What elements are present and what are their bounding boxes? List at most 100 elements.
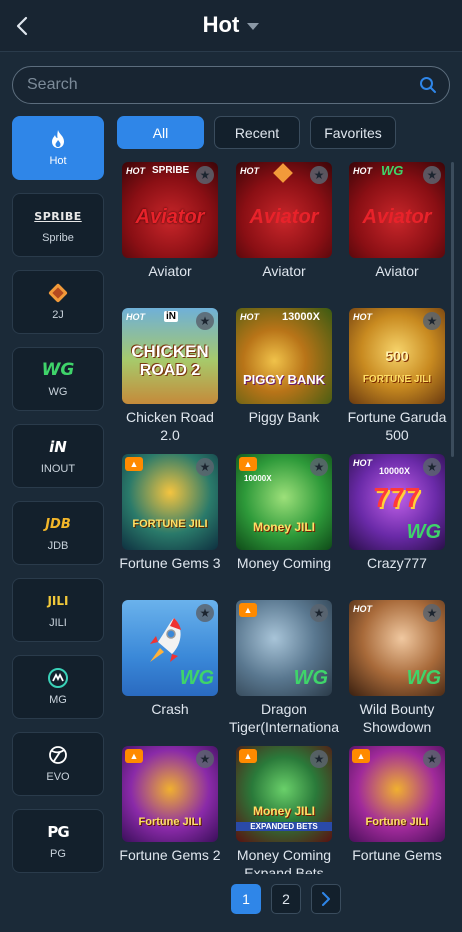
flame-icon <box>50 129 66 149</box>
favorite-star-icon[interactable]: ★ <box>310 458 328 476</box>
game-card[interactable]: HOT ★ 500 FORTUNE JILI Fortune Garuda 50… <box>348 308 447 444</box>
game-art-text: Money JILI <box>252 804 315 818</box>
game-grid: HOT SPRIBE ★ Aviator Aviator HOT ★ Aviat… <box>120 162 450 874</box>
game-card[interactable]: ★ WG Crash <box>122 600 220 718</box>
game-thumbnail[interactable]: ★ WG <box>122 600 218 696</box>
favorite-star-icon[interactable]: ★ <box>196 166 214 184</box>
tab-favorites[interactable]: Favorites <box>310 116 396 149</box>
game-card[interactable]: ▲ ★ Money JILI EXPANDED BETS Money Comin… <box>236 746 334 874</box>
game-card[interactable]: ▲ ★ WG Dragon Tiger(International) <box>229 600 339 736</box>
game-card[interactable]: HOT ★ WG Wild Bounty Showdown <box>349 600 447 736</box>
game-name: Fortune Gems 2 <box>120 847 221 863</box>
thumbs-up-icon: ▲ <box>125 457 143 471</box>
game-name: Fortune Garuda 500 <box>347 409 447 443</box>
favorite-star-icon[interactable]: ★ <box>423 750 441 768</box>
jdb-logo-icon: JDB <box>45 514 71 534</box>
sidebar-item-label: PG <box>50 848 66 860</box>
favorite-star-icon[interactable]: ★ <box>423 166 441 184</box>
game-art-text: 777 <box>373 482 421 513</box>
tab-all[interactable]: All <box>117 116 204 149</box>
game-thumbnail[interactable]: ▲ ★ FORTUNE JILI <box>122 454 218 550</box>
game-art-text: Fortune JILI <box>138 816 202 828</box>
page-button-2[interactable]: 2 <box>271 884 301 914</box>
sidebar-item-inout[interactable]: iN INOUT <box>12 424 104 488</box>
sidebar-item-jdb[interactable]: JDB JDB <box>12 501 104 565</box>
hot-tag: HOT <box>126 312 145 322</box>
sidebar-item-spribe[interactable]: SPRIBE Spribe <box>12 193 104 257</box>
game-card[interactable]: ▲ 10000X ★ Money JILI Money Coming <box>236 454 334 572</box>
game-art-text: CHICKEN <box>131 342 209 361</box>
game-thumbnail[interactable]: ▲ ★ Fortune JILI <box>349 746 445 842</box>
wg-logo-icon: WG <box>42 360 75 380</box>
search-icon[interactable] <box>419 76 437 94</box>
game-card[interactable]: ▲ ★ Fortune JILI Fortune Gems 2 <box>120 746 221 864</box>
pg-logo-text: PG <box>47 823 69 841</box>
game-card[interactable]: ▲ ★ Fortune JILI Fortune Gems <box>349 746 447 864</box>
game-thumbnail[interactable]: ▲ ★ Fortune JILI <box>122 746 218 842</box>
game-thumbnail[interactable]: HOT SPRIBE ★ Aviator <box>122 162 218 258</box>
caret-down-icon <box>247 23 260 30</box>
sidebar-item-pg[interactable]: PG PG <box>12 809 104 873</box>
game-thumbnail[interactable]: ▲ ★ Money JILI EXPANDED BETS <box>236 746 332 842</box>
game-name: Money Coming <box>236 555 332 571</box>
tab-recent[interactable]: Recent <box>214 116 300 149</box>
brand-tag: WG <box>381 163 404 178</box>
game-art-subtext: FORTUNE JILI <box>362 374 432 385</box>
favorite-star-icon[interactable]: ★ <box>423 604 441 622</box>
brand-tag: SPRIBE <box>152 165 190 176</box>
game-card[interactable]: HOT 13000X PIGGY BANK Piggy Bank <box>236 308 334 426</box>
game-art-text: Money JILI <box>252 520 315 534</box>
hot-tag: HOT <box>353 458 372 468</box>
sidebar-item-wg[interactable]: WG WG <box>12 347 104 411</box>
wg-logo-icon: WG <box>179 667 214 689</box>
favorite-star-icon[interactable]: ★ <box>196 750 214 768</box>
game-name: Chicken Road 2.0 <box>126 409 214 443</box>
game-thumbnail[interactable]: HOT ★ Aviator <box>236 162 332 258</box>
sidebar-item-jili[interactable]: JILI JILI <box>12 578 104 642</box>
game-art-subtext: ROAD 2 <box>139 362 201 379</box>
favorite-star-icon[interactable]: ★ <box>196 312 214 330</box>
game-thumbnail[interactable]: HOT 13000X PIGGY BANK <box>236 308 332 404</box>
sidebar-item-evo[interactable]: EVO <box>12 732 104 796</box>
next-page-button[interactable] <box>311 884 341 914</box>
sidebar-item-label: EVO <box>46 771 70 783</box>
wg-logo-icon: WG <box>406 521 441 543</box>
favorite-star-icon[interactable]: ★ <box>310 750 328 768</box>
sidebar-item-label: INOUT <box>40 463 76 475</box>
search-bar <box>12 66 450 104</box>
thumbs-up-icon: ▲ <box>239 749 257 763</box>
game-name: Aviator <box>375 263 419 279</box>
thumbs-up-icon: ▲ <box>125 749 143 763</box>
game-name: Money Coming Expand Bets <box>236 847 332 874</box>
game-card[interactable]: HOT WG ★ Aviator Aviator <box>349 162 447 280</box>
game-thumbnail[interactable]: HOT WG ★ Aviator <box>349 162 445 258</box>
sidebar-item-hot[interactable]: Hot <box>12 116 104 180</box>
favorite-star-icon[interactable]: ★ <box>423 312 441 330</box>
grid-scrollbar[interactable] <box>451 162 454 457</box>
game-thumbnail[interactable]: HOT ★ 500 FORTUNE JILI <box>349 308 445 404</box>
game-thumbnail[interactable]: HOT 10000X ★ 777 WG <box>349 454 445 550</box>
sidebar-item-mg[interactable]: MG <box>12 655 104 719</box>
search-input[interactable] <box>27 67 407 103</box>
category-dropdown[interactable]: Hot <box>0 12 462 38</box>
spribe-logo-text: SPRIBE <box>34 209 82 223</box>
favorite-star-icon[interactable]: ★ <box>423 458 441 476</box>
game-card[interactable]: HOT 10000X ★ 777 WG Crazy777 <box>349 454 447 572</box>
game-card[interactable]: ▲ ★ FORTUNE JILI Fortune Gems 3 <box>120 454 221 572</box>
sidebar-item-label: Spribe <box>42 232 74 244</box>
game-thumbnail[interactable]: ▲ 10000X ★ Money JILI <box>236 454 332 550</box>
favorite-star-icon[interactable]: ★ <box>196 604 214 622</box>
game-thumbnail[interactable]: HOT iN ★ CHICKEN ROAD 2 <box>122 308 218 404</box>
game-name: Wild Bounty Showdown <box>359 701 435 735</box>
favorite-star-icon[interactable]: ★ <box>196 458 214 476</box>
hot-tag: HOT <box>240 166 259 176</box>
game-card[interactable]: HOT ★ Aviator Aviator <box>236 162 334 280</box>
game-thumbnail[interactable]: ▲ ★ WG <box>236 600 332 696</box>
game-thumbnail[interactable]: HOT ★ WG <box>349 600 445 696</box>
page-button-1[interactable]: 1 <box>231 884 261 914</box>
game-card[interactable]: HOT iN ★ CHICKEN ROAD 2 Chicken Road 2.0 <box>122 308 220 444</box>
sidebar-item-2j[interactable]: 2J <box>12 270 104 334</box>
favorite-star-icon[interactable]: ★ <box>310 166 328 184</box>
favorite-star-icon[interactable]: ★ <box>310 604 328 622</box>
game-card[interactable]: HOT SPRIBE ★ Aviator Aviator <box>122 162 220 280</box>
